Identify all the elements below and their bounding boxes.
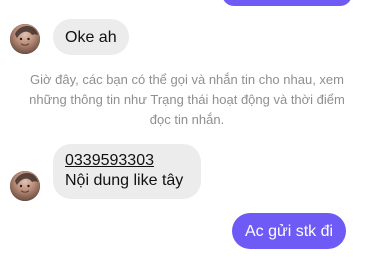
message-text: Ac gửi stk đi xyxy=(245,222,334,240)
avatar[interactable] xyxy=(10,24,40,54)
incoming-message-bubble[interactable]: Oke ah xyxy=(53,19,129,55)
outgoing-message-bubble-clipped[interactable] xyxy=(222,0,352,6)
incoming-message-bubble[interactable]: 0339593303 Nội dung like tây xyxy=(53,144,201,199)
outgoing-message-bubble[interactable]: Ac gửi stk đi xyxy=(232,213,347,249)
avatar[interactable] xyxy=(10,171,40,201)
avatar-photo-icon xyxy=(10,24,40,54)
avatar-photo-icon xyxy=(10,171,40,201)
message-text: Nội dung like tây xyxy=(65,172,184,189)
system-notice: Giờ đây, các bạn có thể gọi và nhắn tin … xyxy=(29,72,345,127)
message-text: Oke ah xyxy=(65,28,117,46)
chat-thread: Oke ah Giờ đây, các bạn có thể gọi và nh… xyxy=(0,0,374,257)
phone-number-link[interactable]: 0339593303 xyxy=(65,151,189,170)
